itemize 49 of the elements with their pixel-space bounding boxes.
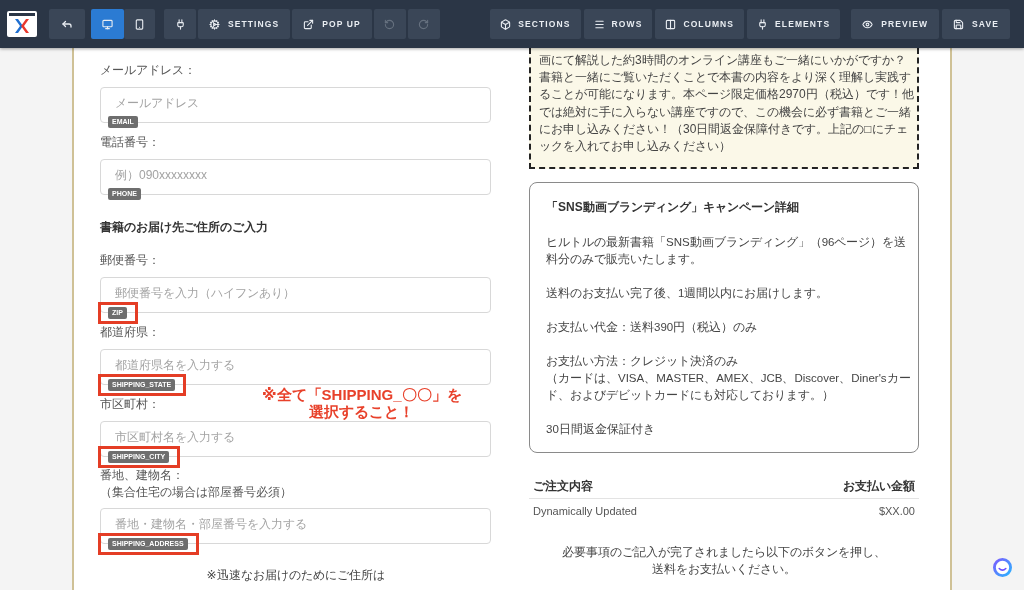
sections-button[interactable]: SECTIONS (490, 9, 581, 39)
popup-button[interactable]: POP UP (292, 9, 372, 39)
plug-icon (757, 18, 769, 30)
save-icon (953, 18, 965, 30)
card-paragraph: お支払い代金：送料390円（税込）のみ (546, 320, 759, 336)
card-title: 「SNS動画ブランディング」キャンペーン詳細 (546, 199, 800, 217)
plug-icon (174, 18, 186, 30)
field-label: 郵便番号： (100, 252, 160, 269)
column-header: ご注文内容 (533, 478, 593, 495)
gear-icon (209, 18, 220, 30)
field-label: 都道府県： (100, 324, 160, 341)
chat-widget-icon[interactable] (993, 558, 1012, 577)
redo-icon (418, 18, 430, 30)
back-arrow-icon (61, 18, 73, 30)
eye-icon (862, 18, 874, 30)
card-paragraph: お支払い方法：クレジット決済のみ （カードは、VISA、MASTER、AMEX、JCB、Discover、Diner'sカー ド、およびデビットカードにも対応しております。） (546, 354, 912, 404)
offer-text: 画にて解説した約3時間のオンライン講座もご一緒にいかがですか？ 書籍と一緒にご覧いただくことで本書の内容をより深く理解し実践す ることが可能になります。本ページ限定価格2970円（税込）です！他 では絶対に手に入らない講座ですので、この機会に必ず書籍とご一緒 にお申し込みください！（30日間返金保障付きです。上記の□にチェ ックを入れてお申し込みください） (539, 52, 914, 155)
field-label: 市区町村： (100, 396, 160, 413)
preview-button[interactable]: PREVIEW (851, 9, 940, 39)
settings-button[interactable]: SETTINGS (198, 9, 291, 39)
plug-button[interactable] (164, 9, 196, 39)
monitor-icon (102, 18, 113, 30)
column-header: お支払い金額 (843, 478, 915, 495)
desktop-view-button[interactable] (91, 9, 124, 39)
smartphone-icon (134, 18, 145, 30)
bars-icon (593, 18, 605, 30)
columns-button[interactable]: COLUMNS (655, 9, 745, 39)
field-label: 電話番号： (100, 134, 160, 151)
table-cell: Dynamically Updated (533, 504, 637, 519)
elements-button[interactable]: ELEMENTS (747, 9, 841, 39)
columns-icon (665, 18, 677, 30)
card-paragraph: 30日間返金保証付き (546, 422, 656, 438)
mobile-view-button[interactable] (124, 9, 155, 39)
instruction-text: 必要事項のご記入が完了されましたら以下のボタンを押し、 送料をお支払いください。 (562, 545, 886, 578)
table-cell: $XX.00 (878, 504, 915, 519)
save-button[interactable]: SAVE (942, 9, 1010, 39)
external-link-icon (303, 18, 315, 30)
annotation-text: ※全て「SHIPPING_〇〇」を 選択すること！ (262, 386, 462, 420)
field-label: 番地、建物名： （集合住宅の場合は部屋番号必須） (100, 467, 292, 501)
card-paragraph: 送料のお支払い完了後、1週間以内にお届けします。 (546, 286, 830, 302)
back-button[interactable] (49, 9, 85, 39)
cube-icon (500, 18, 512, 30)
footnote-text: ※迅速なお届けのためにご住所は (206, 567, 385, 584)
section-heading: 書籍のお届け先ご住所のご入力 (100, 219, 268, 236)
undo-icon (384, 18, 396, 30)
logo-icon[interactable] (7, 11, 37, 37)
field-label: メールアドレス： (100, 62, 196, 79)
rows-button[interactable]: ROWS (583, 9, 653, 39)
card-paragraph: ヒルトルの最新書籍「SNS動画ブランディング」（96ページ）を送 料分のみで販売いたします。 (546, 235, 908, 268)
